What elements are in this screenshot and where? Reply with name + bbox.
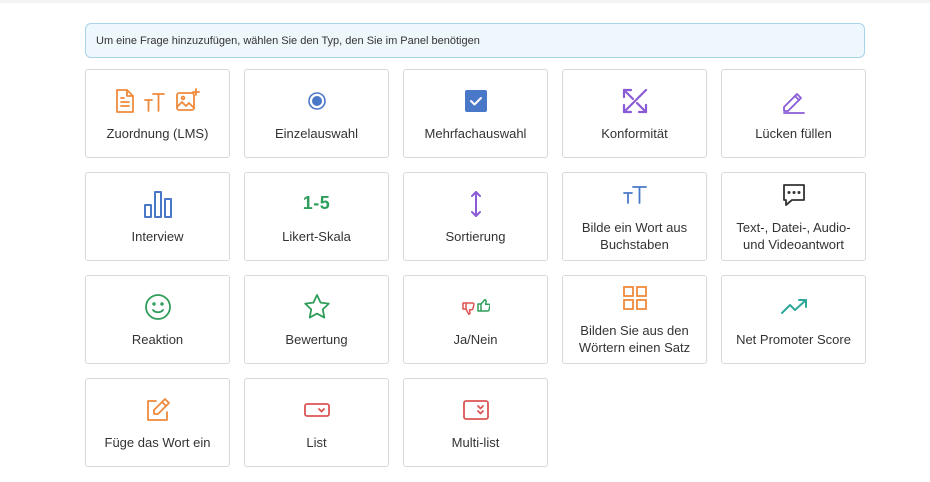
card-label: Sortierung <box>445 228 506 244</box>
trend-up-icon <box>780 292 808 322</box>
card-label: Reaktion <box>131 331 184 347</box>
card-label: Einzelauswahl <box>274 125 359 141</box>
likert-icon-text: 1-5 <box>302 193 331 213</box>
card-label: Net Promoter Score <box>736 331 851 347</box>
card-label: Bilden Sie aus den Wörtern einen Satz <box>578 323 691 355</box>
info-banner: Um eine Frage hinzuzufügen, wählen Sie d… <box>85 23 865 58</box>
question-type-multiple-choice[interactable]: Mehrfachauswahl <box>403 69 548 158</box>
question-type-reaction[interactable]: Reaktion <box>85 275 230 364</box>
multi-dropdown-icon <box>462 395 490 425</box>
question-type-grid: Zuordnung (LMS) Einzelauswahl Mehrfachau… <box>85 69 866 467</box>
question-type-multi-list[interactable]: Multi-list <box>403 378 548 467</box>
question-type-single-choice[interactable]: Einzelauswahl <box>244 69 389 158</box>
smiley-icon <box>144 292 172 322</box>
chat-bubble-icon <box>781 180 807 210</box>
question-type-yes-no[interactable]: Ja/Nein <box>403 275 548 364</box>
card-label: Zuordnung (LMS) <box>106 125 209 141</box>
info-text: Um eine Frage hinzuzufügen, wählen Sie d… <box>96 34 480 47</box>
question-type-conformity[interactable]: Konformität <box>562 69 707 158</box>
question-type-interview[interactable]: Interview <box>85 172 230 261</box>
question-type-fill-gaps[interactable]: Lücken füllen <box>721 69 866 158</box>
card-label: Text-, Datei-, Audio- und Videoantwort <box>736 220 851 252</box>
question-type-net-promoter-score[interactable]: Net Promoter Score <box>721 275 866 364</box>
card-label: Konformität <box>601 125 668 141</box>
question-type-list[interactable]: List <box>244 378 389 467</box>
top-divider <box>0 0 930 3</box>
edit-box-icon <box>145 395 171 425</box>
card-label: Bilde ein Wort aus Buchstaben <box>581 220 688 252</box>
question-type-insert-word[interactable]: Füge das Wort ein <box>85 378 230 467</box>
document-text-image-icons <box>113 86 203 116</box>
question-type-likert-scale[interactable]: 1-5 Likert-Skala <box>244 172 389 261</box>
card-label: List <box>306 434 327 450</box>
dropdown-icon <box>303 395 331 425</box>
bar-chart-icon <box>143 189 173 219</box>
grid-icon <box>622 283 648 313</box>
question-type-sorting[interactable]: Sortierung <box>403 172 548 261</box>
question-type-matching-lms[interactable]: Zuordnung (LMS) <box>85 69 230 158</box>
thumbs-icon <box>461 292 490 322</box>
card-label: Likert-Skala <box>282 228 351 244</box>
radio-icon <box>307 86 327 116</box>
pencil-icon <box>781 86 807 116</box>
question-type-word-from-letters[interactable]: Bilde ein Wort aus Buchstaben <box>562 172 707 261</box>
text-size-icon <box>622 180 648 210</box>
card-label: Bewertung <box>285 331 348 347</box>
arrows-diagonal-icon <box>621 86 649 116</box>
question-type-sentence-from-words[interactable]: Bilden Sie aus den Wörtern einen Satz <box>562 275 707 364</box>
star-icon <box>303 292 331 322</box>
card-label: Füge das Wort ein <box>104 434 211 450</box>
card-label: Multi-list <box>451 434 500 450</box>
card-label: Ja/Nein <box>453 331 498 347</box>
checkbox-icon <box>464 86 487 116</box>
card-label: Mehrfachauswahl <box>424 125 527 141</box>
card-label: Lücken füllen <box>755 125 832 141</box>
card-label: Interview <box>131 228 184 244</box>
sort-arrows-icon <box>469 189 483 219</box>
likert-scale-icon: 1-5 <box>303 189 331 219</box>
question-type-open-answer[interactable]: Text-, Datei-, Audio- und Videoantwort <box>721 172 866 261</box>
question-type-rating[interactable]: Bewertung <box>244 275 389 364</box>
